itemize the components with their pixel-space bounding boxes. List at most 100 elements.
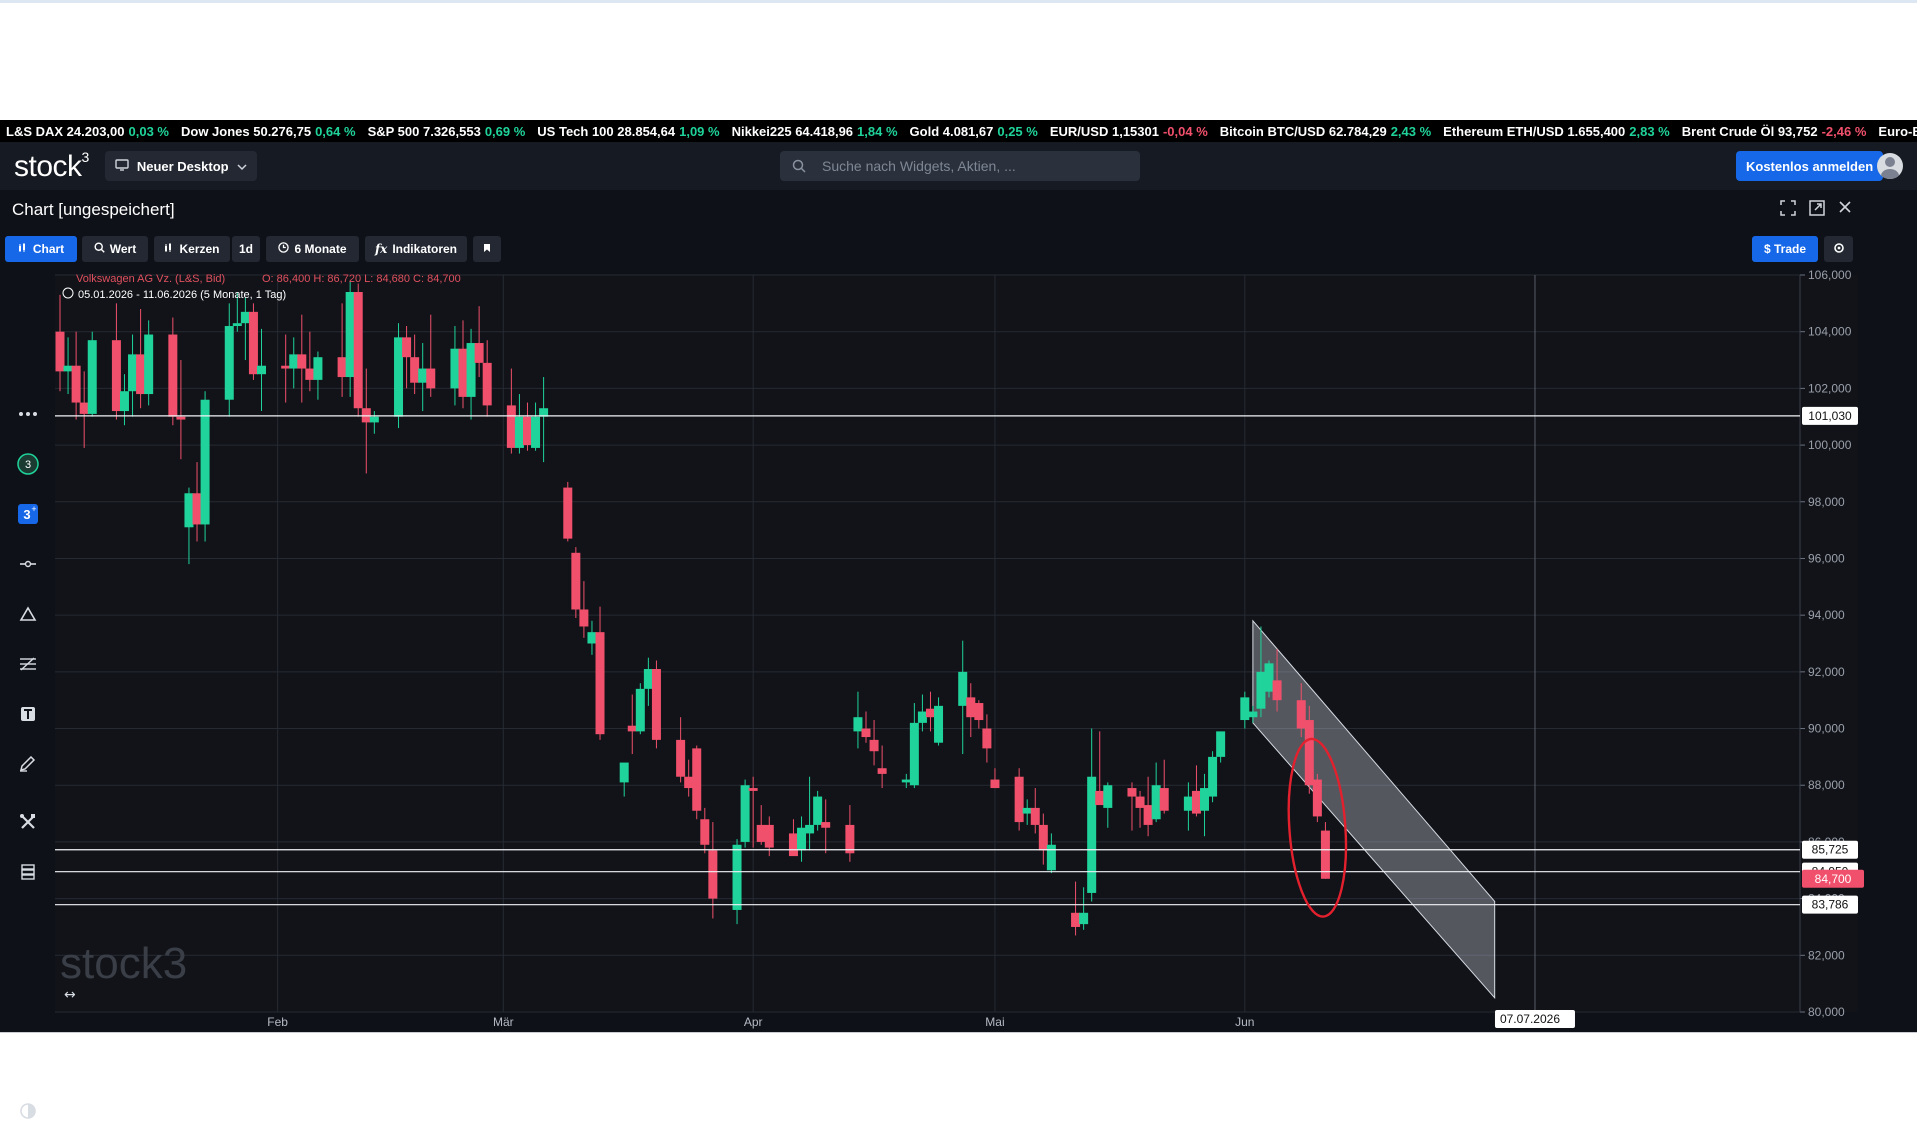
theme-toggle-icon[interactable] [14, 1097, 42, 1125]
candle-body [248, 311, 258, 375]
candle-body [402, 337, 412, 358]
candle-body [450, 348, 460, 389]
page-right-edge [1917, 0, 1921, 1080]
candle-body [1240, 697, 1250, 721]
y-axis-tick-label: 80,000 [1808, 1005, 1845, 1019]
candle-body [732, 844, 742, 910]
candle-body [635, 688, 645, 732]
candle-body [974, 703, 984, 721]
y-axis-tick-label: 94,000 [1808, 608, 1845, 622]
candle-body [587, 632, 597, 644]
candle-body [394, 337, 404, 417]
candle-body [63, 365, 73, 372]
candle-body [71, 365, 81, 403]
candle-body [805, 824, 815, 834]
level-label: 83,786 [1812, 898, 1849, 912]
x-axis-label: Mai [985, 1015, 1004, 1029]
candle-body [853, 717, 863, 732]
x-axis-label: Jun [1235, 1015, 1254, 1029]
browser-top-border [0, 0, 1921, 3]
candle-body [1216, 731, 1226, 757]
candle-body [982, 728, 992, 749]
candle-body [909, 722, 919, 786]
candle-body [692, 748, 702, 811]
candle-body [257, 365, 266, 375]
candle-body [353, 292, 363, 409]
candle-body [1030, 807, 1040, 825]
level-label: 85,725 [1812, 843, 1849, 857]
candle-body [168, 334, 178, 417]
candle-body [522, 416, 532, 446]
candle-body [684, 776, 694, 789]
y-axis-tick-label: 96,000 [1808, 551, 1845, 565]
candle-body [1191, 790, 1201, 814]
candle-body [877, 768, 887, 774]
candle-body [458, 348, 468, 397]
price-chart[interactable]: Feb Mär Apr Mai Jun 106,000 104,000 102,000 100,… [0, 120, 1921, 1032]
x-axis-label: Feb [267, 1015, 288, 1029]
candle-body [55, 331, 65, 372]
candle-body [788, 833, 798, 857]
candle-body [200, 399, 210, 525]
ohlc-values: O: 86,400 H: 86,720 L: 84,680 C: 84,700 [262, 273, 461, 285]
candle-body [1159, 788, 1169, 811]
resize-arrows-icon: ↔ [64, 987, 76, 1003]
candle-body [232, 323, 242, 327]
candle-body [240, 311, 250, 324]
candle-body [466, 343, 476, 397]
candle-body [1022, 807, 1032, 814]
candle-body [1272, 680, 1282, 701]
candle-body [192, 493, 202, 525]
last-price-label: 84,700 [1815, 872, 1852, 886]
candle-body [627, 725, 637, 732]
candle-body [708, 850, 718, 899]
candle-body [337, 357, 347, 378]
candle-body [934, 705, 944, 743]
date-range-label: 05.01.2026 - 11.06.2026 (5 Monate, 1 Tag… [78, 289, 286, 301]
y-axis-tick-label: 104,000 [1808, 325, 1852, 339]
plot-area [55, 275, 1858, 1012]
candle-body [676, 739, 686, 777]
candle-body [426, 368, 436, 389]
candle-body [1079, 912, 1089, 925]
candle-body [1256, 671, 1266, 709]
candle-body [966, 697, 976, 718]
candle-body [571, 552, 581, 610]
candle-body [869, 739, 879, 752]
candle-body [506, 405, 516, 448]
candle-body [1143, 805, 1153, 825]
crosshair-date-label: 07.07.2026 [1500, 1012, 1560, 1026]
candle-body [651, 669, 661, 740]
candle-body [410, 357, 420, 383]
candle-body [821, 822, 831, 828]
instrument-label: Volkswagen AG Vz. (L&S, Bid) [76, 273, 225, 285]
x-axis-label: Apr [744, 1015, 763, 1029]
candle-body [144, 334, 154, 395]
candle-body [1296, 700, 1306, 729]
watermark-logo: stock3 [60, 939, 187, 988]
candle-body [79, 402, 89, 414]
y-axis-tick-label: 106,000 [1808, 268, 1852, 282]
candle-body [917, 711, 927, 723]
candle-body [1038, 824, 1048, 851]
candle-body [1151, 785, 1161, 820]
candle-body [1304, 720, 1314, 786]
candle-body [531, 416, 541, 448]
candle-body [748, 788, 758, 791]
candle-body [1208, 756, 1218, 797]
candle-body [224, 326, 234, 400]
candle-body [1087, 776, 1097, 893]
candle-body [861, 728, 871, 738]
candle-body [1095, 790, 1105, 806]
candle-body [990, 779, 1000, 789]
y-axis-tick-label: 92,000 [1808, 665, 1845, 679]
candle-body [845, 824, 855, 854]
y-axis-tick-label: 90,000 [1808, 722, 1845, 736]
candle-body [643, 669, 653, 689]
level-label: 101,030 [1808, 409, 1852, 423]
candle-body [1135, 796, 1145, 808]
candle-body [813, 796, 823, 825]
candle-body [1103, 785, 1113, 808]
candle-body [579, 609, 589, 627]
candle-body [128, 354, 138, 392]
